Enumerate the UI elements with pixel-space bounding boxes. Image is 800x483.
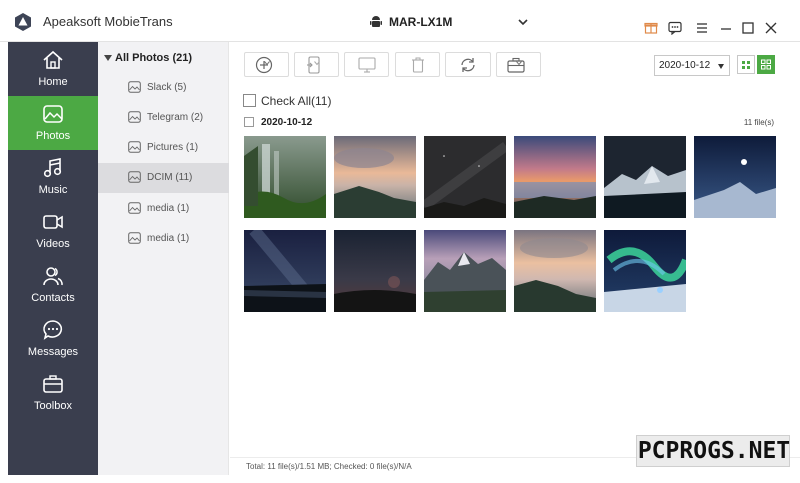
photo-thumbnail[interactable]: [694, 136, 776, 218]
sidebar-item-videos[interactable]: Videos: [8, 204, 98, 258]
album-label: Telegram (2): [147, 112, 204, 123]
album-icon: [128, 171, 141, 183]
sidebar-item-contacts[interactable]: Contacts: [8, 258, 98, 312]
album-item-selected[interactable]: DCIM (11): [98, 163, 229, 193]
photo-thumbnail[interactable]: [334, 136, 416, 218]
status-text: Total: 11 file(s)/1.51 MB; Checked: 0 fi…: [246, 462, 412, 471]
expand-triangle-icon[interactable]: [104, 55, 112, 61]
export-to-pc-icon: [357, 56, 376, 73]
sidebar-item-label: Home: [38, 76, 68, 88]
album-icon: [128, 202, 141, 214]
sidebar-item-label: Videos: [36, 238, 70, 250]
device-name: MAR-LX1M: [389, 15, 453, 29]
check-all-label: Check All(11): [261, 94, 332, 108]
album-label: Pictures (1): [147, 142, 199, 153]
album-item[interactable]: media (1): [98, 224, 229, 254]
sidebar-item-label: Music: [38, 184, 68, 196]
maximize-icon[interactable]: [741, 21, 755, 35]
device-selector[interactable]: MAR-LX1M: [365, 10, 531, 34]
sidebar-item-label: Photos: [35, 130, 71, 142]
home-icon: [43, 50, 63, 69]
album-icon: [128, 141, 141, 153]
photo-thumbnail[interactable]: [244, 230, 326, 312]
photo-thumbnail[interactable]: [334, 230, 416, 312]
messages-icon: [43, 320, 63, 340]
photo-panel: 2020-10-12 Check All(11) 2020-10-12 11 f…: [230, 42, 800, 475]
close-icon[interactable]: [764, 21, 778, 35]
album-label: media (1): [147, 233, 190, 244]
album-label: media (1): [147, 203, 190, 214]
album-item[interactable]: Slack (5): [98, 73, 229, 103]
title-bar: Apeaksoft MobieTrans MAR-LX1M: [0, 0, 800, 42]
export-to-device-button[interactable]: [294, 52, 339, 77]
check-all-checkbox[interactable]: [243, 94, 256, 107]
toolbox-icon: [43, 375, 63, 393]
chevron-down-icon: [518, 19, 528, 26]
album-root-label: All Photos (21): [115, 52, 193, 64]
watermark-text: PCPROGS.NET: [637, 438, 791, 464]
watermark: PCPROGS.NET: [636, 435, 790, 467]
contacts-icon: [43, 267, 63, 286]
grid-icon: [761, 59, 771, 70]
sidebar-item-music[interactable]: Music: [8, 150, 98, 204]
gift-icon[interactable]: [644, 20, 658, 34]
chevron-down-icon: [313, 61, 320, 66]
sidebar-item-home[interactable]: Home: [8, 42, 98, 96]
date-group-checkbox[interactable]: [244, 117, 254, 127]
list-view-toggle[interactable]: [737, 55, 755, 74]
album-icon: [128, 81, 141, 93]
photo-thumbnail[interactable]: [514, 230, 596, 312]
add-button[interactable]: [244, 52, 289, 77]
chevron-down-icon: [263, 61, 270, 66]
minimize-icon[interactable]: [719, 21, 733, 35]
app-logo-icon: [15, 13, 31, 31]
date-group-count: 11 file(s): [743, 118, 774, 127]
sidebar-item-photos[interactable]: Photos: [8, 96, 98, 150]
album-icon: [128, 232, 141, 244]
grid-view-toggle[interactable]: [757, 55, 775, 74]
delete-icon: [411, 57, 424, 73]
sidebar-item-label: Contacts: [31, 292, 75, 304]
album-icon: [128, 111, 141, 123]
date-group-header: 2020-10-12 11 file(s): [244, 116, 774, 130]
music-icon: [43, 158, 62, 178]
photo-thumbnail[interactable]: [514, 136, 596, 218]
photo-thumbnail[interactable]: [244, 136, 326, 218]
sidebar-item-label: Toolbox: [34, 400, 72, 412]
sync-button[interactable]: [445, 52, 491, 77]
album-label: Slack (5): [147, 82, 187, 93]
android-icon: [370, 16, 382, 27]
delete-button[interactable]: [395, 52, 440, 77]
album-label: DCIM (11): [147, 172, 193, 183]
chevron-down-icon: [515, 61, 522, 66]
sidebar-item-messages[interactable]: Messages: [8, 312, 98, 366]
dropdown-arrow-icon: [718, 64, 724, 69]
sidebar-item-label: Messages: [27, 346, 79, 358]
photo-icon: [43, 105, 63, 123]
photo-thumbnail[interactable]: [424, 230, 506, 312]
album-item[interactable]: Telegram (2): [98, 103, 229, 133]
video-icon: [43, 215, 63, 229]
sidebar-item-toolbox[interactable]: Toolbox: [8, 366, 98, 420]
photo-thumbnail[interactable]: [604, 136, 686, 218]
date-filter-value: 2020-10-12: [659, 60, 711, 71]
photo-thumbnail[interactable]: [424, 136, 506, 218]
export-to-pc-button[interactable]: [344, 52, 389, 77]
sync-icon: [461, 57, 475, 72]
album-tree: All Photos (21) Slack (5) Telegram (2) P…: [98, 42, 229, 475]
album-root-all-photos[interactable]: All Photos (21): [98, 50, 229, 68]
photo-thumbnail[interactable]: [604, 230, 686, 312]
date-group-label: 2020-10-12: [261, 117, 313, 128]
album-item[interactable]: Pictures (1): [98, 133, 229, 163]
album-item[interactable]: media (1): [98, 194, 229, 224]
app-title: Apeaksoft MobieTrans: [43, 14, 173, 29]
feedback-icon[interactable]: [668, 21, 682, 35]
sidebar: Home Photos Music Videos Contacts Messag…: [8, 42, 98, 475]
date-filter-select[interactable]: 2020-10-12: [654, 55, 730, 76]
small-grid-icon: [742, 61, 750, 69]
toolbox-more-button[interactable]: [496, 52, 541, 77]
menu-icon[interactable]: [695, 21, 709, 35]
